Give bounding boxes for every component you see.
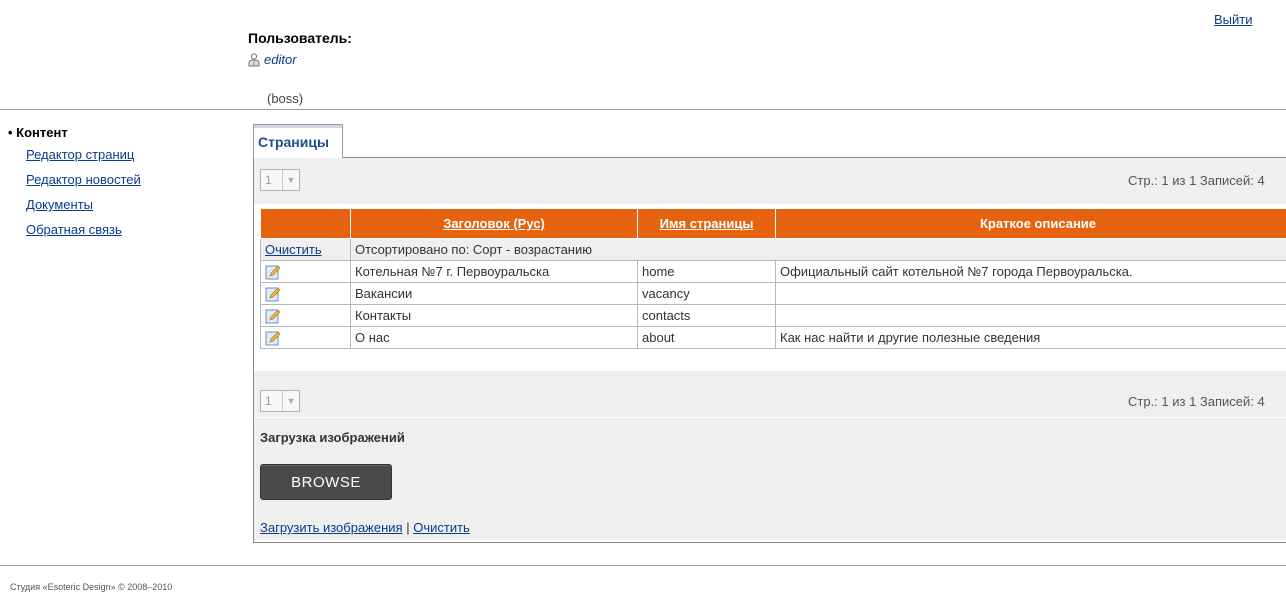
cell-page-name: contacts [637,304,776,327]
cell-description [775,282,1286,305]
top-divider [0,109,1286,110]
table-row: О нас about Как нас найти и другие полез… [260,326,1286,349]
cell-description: Официальный сайт котельной №7 города Пер… [775,260,1286,283]
column-header-title[interactable]: Заголовок (Рус) [350,208,638,239]
column-header-description: Краткое описание [775,208,1286,239]
user-role: (boss) [267,91,304,106]
table-row: Котельная №7 г. Первоуральска home Офици… [260,260,1286,283]
pager-info-top: Стр.: 1 из 1 Записей: 4 [1128,173,1265,188]
sidebar-item-news-editor[interactable]: Редактор новостей [26,172,141,187]
column-header-actions [260,208,351,239]
cell-page-name: about [637,326,776,349]
pager-info-bottom: Стр.: 1 из 1 Записей: 4 [1128,394,1265,409]
upload-links: Загрузить изображения | Очистить [260,520,470,535]
chevron-down-icon: ▼ [282,170,299,190]
cell-page-name: vacancy [637,282,776,305]
cell-description: Как нас найти и другие полезные сведения [775,326,1286,349]
user-icon [248,52,260,66]
table-header: Заголовок (Рус) Имя страницы Краткое опи… [260,208,1286,239]
browse-button[interactable]: BROWSE [260,464,392,500]
link-separator: | [406,520,410,535]
page-select-top[interactable]: 1 ▼ [260,169,300,191]
cell-title: О нас [350,326,638,349]
footer-divider [0,565,1286,566]
sidebar-item-documents[interactable]: Документы [26,197,93,212]
pages-table: Заголовок (Рус) Имя страницы Краткое опи… [260,208,1286,349]
clear-upload-link[interactable]: Очистить [413,520,470,535]
upload-images-link[interactable]: Загрузить изображения [260,520,403,535]
cell-title: Контакты [350,304,638,327]
edit-icon[interactable] [265,308,281,324]
table-row: Контакты contacts [260,304,1286,327]
page-select-bottom[interactable]: 1 ▼ [260,390,300,412]
upload-title: Загрузка изображений [260,430,405,445]
user-caption: Пользователь: [248,30,352,46]
chevron-down-icon: ▼ [282,391,299,411]
tab-pages[interactable]: Страницы [253,124,343,158]
sidebar-item-page-editor[interactable]: Редактор страниц [26,147,134,162]
cell-title: Котельная №7 г. Первоуральска [350,260,638,283]
sidebar-item-feedback[interactable]: Обратная связь [26,222,122,237]
cell-page-name: home [637,260,776,283]
edit-icon[interactable] [265,330,281,346]
nav-section-title: • Контент [8,125,68,140]
edit-icon[interactable] [265,264,281,280]
cell-description [775,304,1286,327]
edit-icon[interactable] [265,286,281,302]
sort-row: Очистить Отсортировано по: Сорт - возрас… [260,238,1286,261]
clear-sort-link[interactable]: Очистить [265,242,322,257]
column-header-page-name[interactable]: Имя страницы [637,208,776,239]
cell-title: Вакансии [350,282,638,305]
username: editor [264,52,297,67]
table-row: Вакансии vacancy [260,282,1286,305]
logout-link[interactable]: Выйти [1214,12,1253,27]
user-info: editor [248,52,297,67]
sort-status: Отсортировано по: Сорт - возрастанию [350,238,1286,261]
footer-copyright: Студия «Esoteric Design» © 2008–2010 [10,582,173,592]
